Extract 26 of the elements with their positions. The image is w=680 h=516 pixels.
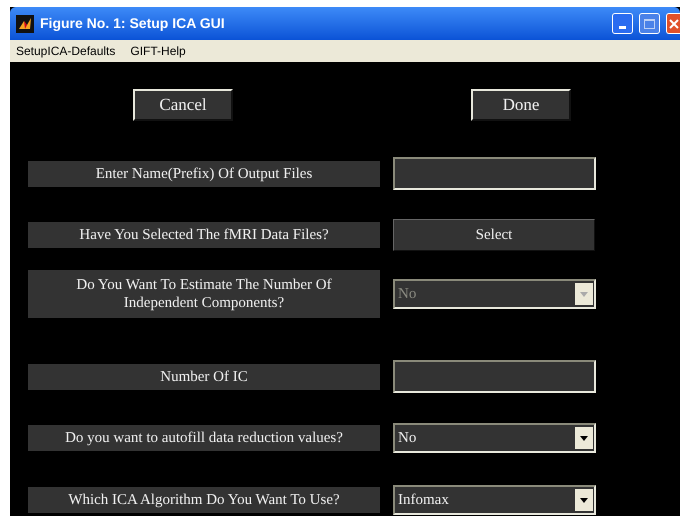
window-title: Figure No. 1: Setup ICA GUI bbox=[40, 14, 226, 33]
question-label: Do You Want To Estimate The Number Of Independent Components? bbox=[28, 270, 380, 318]
question-label: Have You Selected The fMRI Data Files? bbox=[28, 222, 380, 248]
question-label: Do you want to autofill data reduction values? bbox=[28, 425, 380, 451]
close-icon bbox=[668, 18, 678, 28]
dropdown-value: Infomax bbox=[398, 490, 449, 510]
text-field[interactable] bbox=[393, 157, 596, 190]
dropdown-value: No bbox=[398, 284, 416, 304]
question-label: Which ICA Algorithm Do You Want To Use? bbox=[28, 487, 380, 513]
minimize-button[interactable] bbox=[612, 13, 633, 34]
dropdown[interactable]: Infomax bbox=[393, 485, 596, 515]
question-label: Enter Name(Prefix) Of Output Files bbox=[28, 160, 380, 186]
dropdown-value: No bbox=[398, 428, 416, 448]
maximize-button[interactable] bbox=[639, 13, 660, 34]
cancel-button[interactable]: Cancel bbox=[133, 89, 233, 121]
select-button[interactable]: Select bbox=[393, 219, 595, 251]
menu-item[interactable]: SetupICA-Defaults bbox=[16, 42, 116, 60]
question-label: Number Of IC bbox=[28, 364, 380, 390]
close-button[interactable] bbox=[666, 13, 680, 34]
text-field[interactable] bbox=[393, 360, 596, 393]
dropdown[interactable]: No bbox=[393, 423, 596, 453]
minimize-icon bbox=[619, 26, 626, 29]
done-button[interactable]: Done bbox=[471, 89, 571, 121]
app-logo-icon bbox=[16, 14, 34, 32]
menu-item[interactable]: GIFT-Help bbox=[130, 42, 186, 60]
maximize-icon bbox=[644, 18, 655, 28]
